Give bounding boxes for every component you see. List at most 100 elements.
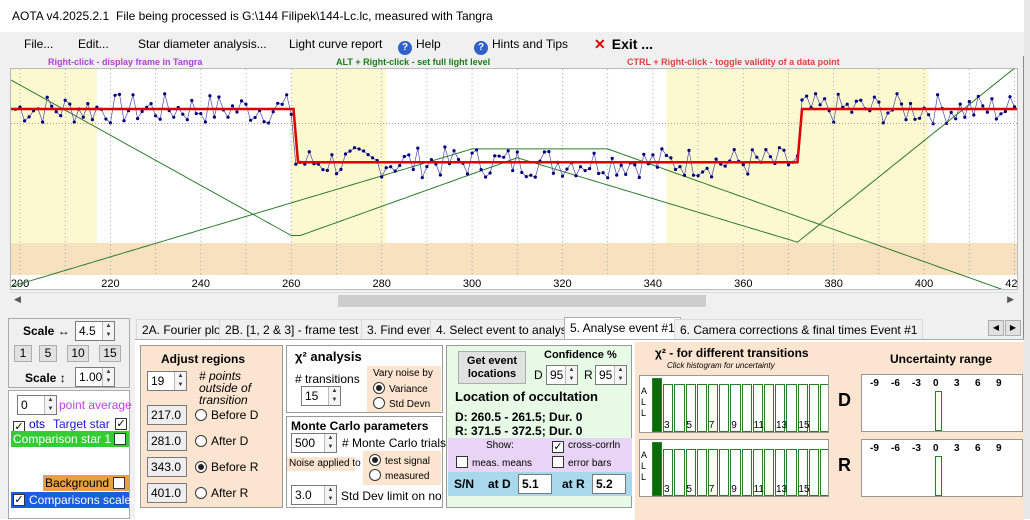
spinner-arrows-icon[interactable]: ▲ ▼ bbox=[328, 387, 340, 405]
test-signal-radio[interactable]: test signal bbox=[369, 454, 430, 467]
transitions-input[interactable]: 15 ▲ ▼ bbox=[301, 386, 341, 406]
variance-radio[interactable]: Variance bbox=[373, 382, 428, 395]
spinner-arrows-icon[interactable]: ▲ ▼ bbox=[324, 486, 336, 504]
background-checkbox[interactable] bbox=[113, 477, 125, 489]
get-event-locations-button[interactable]: Get event locations bbox=[458, 351, 526, 384]
menu-light-curve-report[interactable]: Light curve report bbox=[289, 37, 382, 51]
monte-carlo-trials-input[interactable]: 500 ▲ ▼ bbox=[291, 433, 337, 453]
radio-icon[interactable] bbox=[195, 487, 207, 499]
point-average-input[interactable]: 0 ▲ ▼ bbox=[17, 395, 57, 415]
std-devn-radio[interactable]: Std Devn bbox=[373, 397, 430, 410]
zoom-1-button[interactable]: 1 bbox=[14, 345, 32, 362]
spinner-arrows-icon[interactable]: ▲ ▼ bbox=[324, 434, 336, 452]
histogram-bar[interactable] bbox=[652, 442, 663, 496]
scroll-right-icon[interactable]: ▶ bbox=[1007, 294, 1014, 305]
histogram-bar[interactable] bbox=[741, 384, 752, 432]
menu-hints[interactable]: ? Hints and Tips bbox=[474, 37, 568, 55]
histogram-bar[interactable] bbox=[719, 384, 730, 432]
scale-h-input[interactable]: 4.5 ▲ ▼ bbox=[75, 321, 115, 341]
before-d-field[interactable]: 217.0 bbox=[147, 405, 187, 425]
histogram-bar[interactable] bbox=[808, 384, 819, 432]
data-point bbox=[352, 146, 357, 150]
histogram-bar[interactable] bbox=[674, 449, 685, 496]
scale-v-input[interactable]: 1.00 ▲ ▼ bbox=[75, 367, 115, 387]
histogram-bar[interactable] bbox=[808, 449, 819, 496]
zoom-10-button[interactable]: 10 bbox=[67, 345, 89, 362]
radio-selected-icon[interactable] bbox=[369, 454, 381, 466]
tab-select-event[interactable]: 4. Select event to analyse bbox=[430, 319, 580, 339]
cross-corr-checkbox[interactable]: ✓ cross-corrln bbox=[552, 440, 620, 453]
histogram-bar[interactable] bbox=[764, 449, 775, 496]
std-dev-limit-input[interactable]: 3.0 ▲ ▼ bbox=[291, 485, 337, 505]
data-point bbox=[217, 95, 221, 99]
radio-selected-icon[interactable] bbox=[195, 461, 207, 473]
after-d-radio[interactable]: After D bbox=[195, 434, 248, 448]
scroll-thumb[interactable] bbox=[338, 295, 706, 307]
tab-camera-corrections[interactable]: 6. Camera corrections & final times Even… bbox=[674, 319, 924, 339]
tab-scroll-left-icon[interactable]: ◀ bbox=[988, 320, 1004, 336]
confidence-d-input[interactable]: 95 ▲ ▼ bbox=[546, 365, 578, 385]
histogram-bar[interactable] bbox=[820, 449, 828, 496]
radio-icon[interactable] bbox=[369, 469, 381, 481]
measured-radio[interactable]: measured bbox=[369, 469, 429, 482]
spinner-arrows-icon[interactable]: ▲ ▼ bbox=[102, 368, 114, 386]
data-point bbox=[931, 122, 935, 126]
light-curve-chart[interactable]: 200220240260280300320340360380400420 bbox=[11, 69, 1018, 290]
meas-means-checkbox[interactable]: meas. means bbox=[456, 456, 532, 469]
before-r-radio[interactable]: Before R bbox=[195, 460, 258, 474]
after-r-radio[interactable]: After R bbox=[195, 486, 248, 500]
histogram-bar[interactable] bbox=[820, 384, 828, 432]
spinner-arrows-icon[interactable]: ▲ ▼ bbox=[174, 372, 186, 390]
radio-icon[interactable] bbox=[195, 409, 207, 421]
menu-edit[interactable]: Edit... bbox=[78, 37, 109, 51]
checkbox-icon[interactable]: ✓ bbox=[552, 441, 564, 453]
spinner-arrows-icon[interactable]: ▲ ▼ bbox=[614, 366, 626, 384]
menu-exit[interactable]: ✕ Exit ... bbox=[594, 36, 653, 53]
histogram-bar[interactable] bbox=[764, 384, 775, 432]
before-r-field[interactable]: 343.0 bbox=[147, 457, 187, 477]
menu-star-diameter[interactable]: Star diameter analysis... bbox=[138, 37, 267, 51]
x-tick-label: 300 bbox=[463, 278, 481, 290]
menu-help[interactable]: ? Help bbox=[398, 37, 441, 55]
before-d-radio[interactable]: Before D bbox=[195, 408, 258, 422]
tab-scroll-right-icon[interactable]: ▶ bbox=[1005, 320, 1021, 336]
checkbox-icon[interactable] bbox=[456, 456, 468, 468]
spinner-arrows-icon[interactable]: ▲ ▼ bbox=[565, 366, 577, 384]
histogram-bar[interactable] bbox=[786, 449, 797, 496]
light-curve-plot[interactable]: 200220240260280300320340360380400420 bbox=[10, 68, 1018, 290]
histogram-bar[interactable] bbox=[696, 384, 707, 432]
chi2-histogram-r[interactable]: A L L 3 5 7 9 11 13 15 bbox=[639, 439, 829, 497]
radio-icon[interactable] bbox=[195, 435, 207, 447]
radio-icon[interactable] bbox=[373, 397, 385, 409]
radio-selected-icon[interactable] bbox=[373, 382, 385, 394]
spinner-arrows-icon[interactable]: ▲ ▼ bbox=[102, 322, 114, 340]
points-outside-input[interactable]: 19 ▲ ▼ bbox=[147, 371, 187, 391]
data-point bbox=[823, 97, 827, 101]
histogram-bar[interactable] bbox=[674, 384, 685, 432]
after-r-field[interactable]: 401.0 bbox=[147, 483, 187, 503]
zoom-5-button[interactable]: 5 bbox=[39, 345, 57, 362]
tab-frame-test[interactable]: 2B. [1, 2 & 3] - frame test bbox=[219, 319, 365, 339]
histogram-bar[interactable] bbox=[696, 449, 707, 496]
zoom-15-button[interactable]: 15 bbox=[99, 345, 121, 362]
error-bars-checkbox[interactable]: error bars bbox=[552, 456, 611, 469]
target-star-checkbox[interactable]: ✓ bbox=[115, 418, 127, 430]
spinner-arrows-icon[interactable]: ▲ ▼ bbox=[44, 396, 56, 414]
histogram-bar[interactable] bbox=[652, 378, 663, 432]
tab-analyse-event[interactable]: 5. Analyse event #1 bbox=[564, 317, 681, 340]
histogram-bar[interactable] bbox=[719, 449, 730, 496]
chi2-histogram-d[interactable]: A L L 3 5 7 9 11 13 15 bbox=[639, 375, 829, 433]
comparison-star-1-checkbox[interactable] bbox=[114, 433, 126, 445]
menu-file[interactable]: File... bbox=[24, 37, 53, 51]
histogram-bar[interactable] bbox=[786, 384, 797, 432]
tab-fourier-plot[interactable]: 2A. Fourier plot bbox=[136, 319, 231, 339]
comparisons-scaled-checkbox[interactable]: ✓ bbox=[13, 494, 25, 506]
histogram-bar[interactable] bbox=[741, 449, 752, 496]
scroll-left-icon[interactable]: ◀ bbox=[14, 294, 21, 305]
checkbox-icon[interactable] bbox=[552, 456, 564, 468]
plot-scrollbar[interactable]: ◀ ▶ bbox=[10, 292, 1018, 308]
confidence-r-input[interactable]: 95 ▲ ▼ bbox=[595, 365, 627, 385]
adjust-regions-group: Adjust regions 19 ▲ ▼ # points outside of … bbox=[140, 345, 283, 508]
data-point bbox=[588, 167, 592, 171]
after-d-field[interactable]: 281.0 bbox=[147, 431, 187, 451]
